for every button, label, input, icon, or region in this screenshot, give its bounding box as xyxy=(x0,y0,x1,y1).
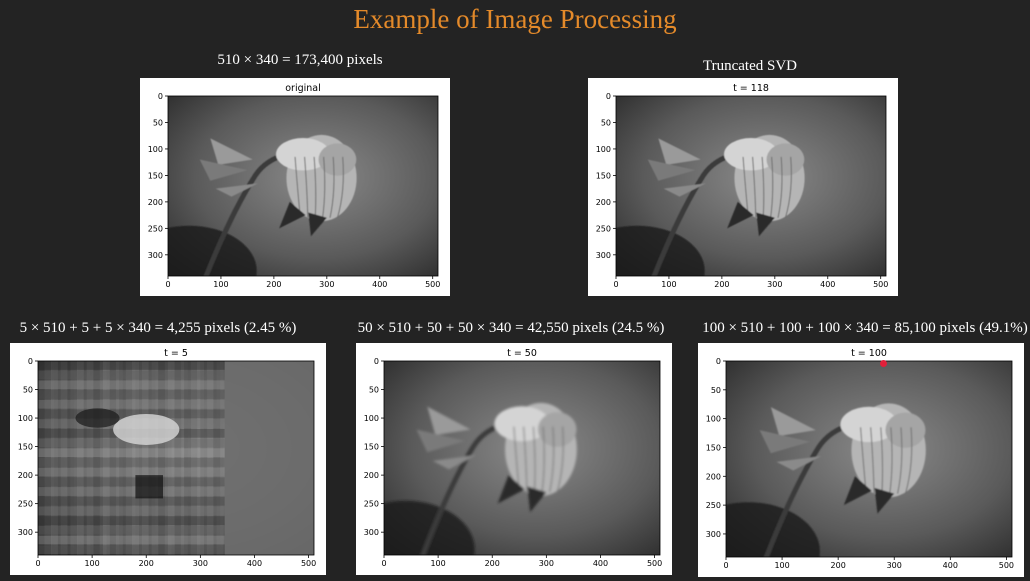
y-tick-label: 300 xyxy=(148,251,163,260)
plot-title: original xyxy=(285,83,321,94)
x-tick-label: 300 xyxy=(193,559,208,568)
x-tick-label: 300 xyxy=(319,280,334,289)
x-tick-label: 400 xyxy=(820,280,835,289)
y-tick-label: 250 xyxy=(18,500,33,509)
x-tick-label: 100 xyxy=(774,561,789,570)
y-tick-label: 200 xyxy=(18,471,33,480)
plot-t50: t = 50 0 100 200 300 400 500 0 50 100 150 200 250 300 xyxy=(356,343,672,575)
x-tick-label: 400 xyxy=(247,559,262,568)
y-tick-label: 250 xyxy=(148,224,163,233)
y-tick-label: 150 xyxy=(18,443,33,452)
y-tick-label: 50 xyxy=(23,386,33,395)
x-tick-label: 100 xyxy=(84,559,99,568)
plot-svg: t = 50 0 100 200 300 400 500 0 50 100 150 200 250 300 xyxy=(364,348,663,568)
x-tick-label: 500 xyxy=(647,559,662,568)
y-tick-label: 150 xyxy=(148,171,163,180)
x-tick-label: 400 xyxy=(593,559,608,568)
x-tick-label: 500 xyxy=(999,561,1014,570)
y-tick-label: 100 xyxy=(148,145,163,154)
x-tick-label: 200 xyxy=(831,561,846,570)
plot-svg: t = 5 0 100 200 300 400 500 0 50 100 150 200 250 300 xyxy=(18,348,317,568)
y-tick-label: 0 xyxy=(28,357,33,366)
laser-pointer-dot xyxy=(880,360,887,367)
y-tick-label: 150 xyxy=(596,171,611,180)
plot-t100: t = 100 0 100 200 300 400 500 0 50 100 150 200 250 30… xyxy=(698,343,1024,577)
y-tick-label: 150 xyxy=(364,443,379,452)
x-tick-label: 200 xyxy=(485,559,500,568)
y-tick-label: 300 xyxy=(596,251,611,260)
x-tick-label: 200 xyxy=(139,559,154,568)
plot-title: t = 50 xyxy=(507,348,537,359)
y-tick-label: 0 xyxy=(158,92,163,101)
x-tick-label: 100 xyxy=(661,280,676,289)
plot-svg: t = 118 0 100 200 300 400 500 0 50 100 150 200 250 30… xyxy=(596,83,889,289)
x-tick-label: 0 xyxy=(613,280,618,289)
caption-truncated-svd: Truncated SVD xyxy=(702,58,798,74)
y-tick-label: 50 xyxy=(601,118,611,127)
y-tick-label: 300 xyxy=(364,528,379,537)
y-tick-label: 50 xyxy=(369,386,379,395)
y-tick-label: 250 xyxy=(706,501,721,510)
x-tick-label: 400 xyxy=(372,280,387,289)
x-tick-label: 300 xyxy=(539,559,554,568)
y-tick-label: 0 xyxy=(374,357,379,366)
y-tick-label: 50 xyxy=(711,386,721,395)
y-tick-label: 300 xyxy=(706,530,721,539)
page-title: Example of Image Processing xyxy=(353,4,677,34)
x-tick-label: 0 xyxy=(381,559,386,568)
plot-original: original 0 100 200 300 400 500 0 50 100 150 200 250 3… xyxy=(140,78,450,296)
plot-title: t = 5 xyxy=(164,348,188,359)
y-tick-label: 200 xyxy=(148,198,163,207)
plot-title: t = 118 xyxy=(733,83,769,94)
caption-t50: 50 × 510 + 50 + 50 × 340 = 42,550 pixels… xyxy=(357,320,665,336)
y-tick-label: 100 xyxy=(706,415,721,424)
y-tick-label: 250 xyxy=(364,500,379,509)
plot-t5: t = 5 0 100 200 300 400 500 0 50 100 150 200 250 300 xyxy=(10,343,326,575)
y-tick-label: 200 xyxy=(364,471,379,480)
x-tick-label: 100 xyxy=(430,559,445,568)
x-tick-label: 500 xyxy=(301,559,316,568)
y-tick-label: 0 xyxy=(716,357,721,366)
y-tick-label: 0 xyxy=(606,92,611,101)
y-tick-label: 200 xyxy=(596,198,611,207)
caption-original: 510 × 340 = 173,400 pixels xyxy=(217,52,383,68)
y-tick-label: 300 xyxy=(18,528,33,537)
plot-svg: t = 100 0 100 200 300 400 500 0 50 100 150 200 250 30… xyxy=(706,348,1014,570)
x-tick-label: 0 xyxy=(35,559,40,568)
y-tick-label: 100 xyxy=(18,414,33,423)
x-tick-label: 0 xyxy=(723,561,728,570)
image-area xyxy=(384,361,660,555)
caption-t100: 100 × 510 + 100 + 100 × 340 = 85,100 pix… xyxy=(702,320,1028,336)
x-tick-label: 100 xyxy=(213,280,228,289)
x-tick-label: 200 xyxy=(714,280,729,289)
y-tick-label: 200 xyxy=(706,472,721,481)
y-tick-label: 100 xyxy=(364,414,379,423)
x-tick-label: 200 xyxy=(266,280,281,289)
y-tick-label: 100 xyxy=(596,145,611,154)
plot-title: t = 100 xyxy=(851,348,887,359)
y-tick-label: 250 xyxy=(596,224,611,233)
y-tick-label: 50 xyxy=(153,118,163,127)
x-tick-label: 500 xyxy=(873,280,888,289)
y-tick-label: 150 xyxy=(706,443,721,452)
x-tick-label: 300 xyxy=(887,561,902,570)
x-tick-label: 0 xyxy=(165,280,170,289)
plot-svg: original 0 100 200 300 400 500 0 50 100 150 200 250 3… xyxy=(148,83,441,289)
x-tick-label: 400 xyxy=(943,561,958,570)
x-tick-label: 500 xyxy=(425,280,440,289)
image-area xyxy=(726,361,1012,557)
plot-t118: t = 118 0 100 200 300 400 500 0 50 100 150 200 250 30… xyxy=(588,78,898,296)
caption-t5: 5 × 510 + 5 + 5 × 340 = 4,255 pixels (2.… xyxy=(19,320,297,336)
x-tick-label: 300 xyxy=(767,280,782,289)
